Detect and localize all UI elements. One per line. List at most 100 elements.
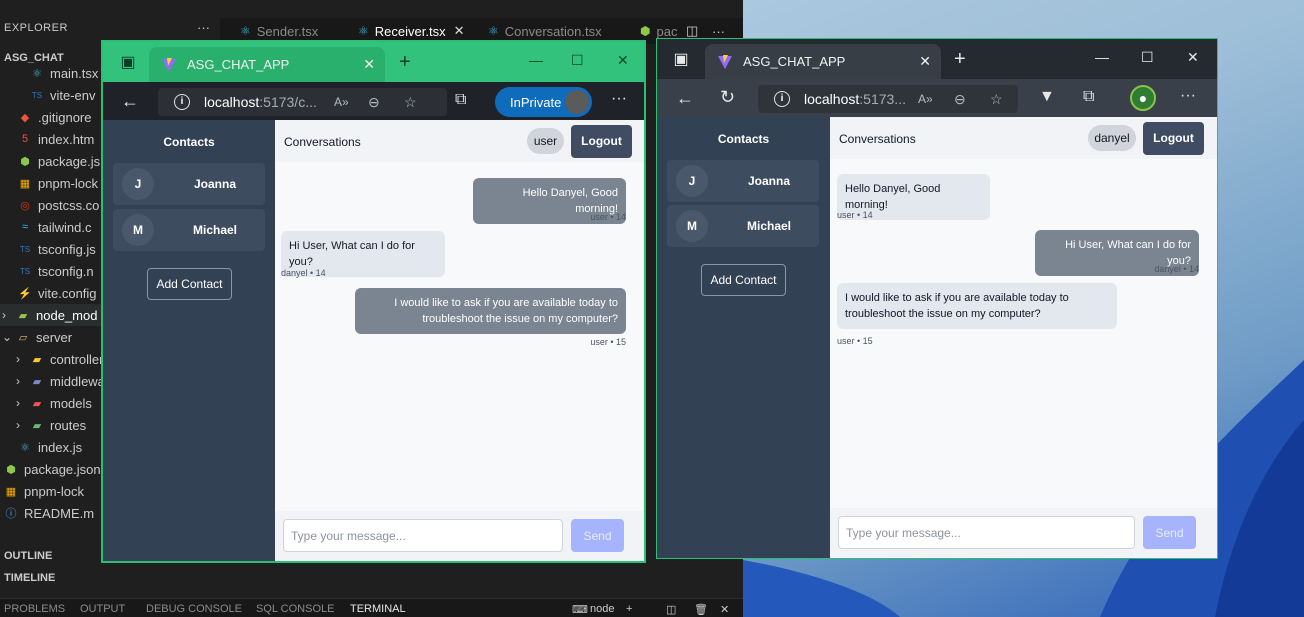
explorer-item[interactable]: ⚡ vite.config: [0, 282, 105, 304]
split-terminal-icon[interactable]: ◫: [666, 603, 676, 616]
terminal-name[interactable]: node: [590, 603, 614, 615]
outline-section[interactable]: OUTLINE: [4, 550, 52, 562]
browser-tab[interactable]: ASG_CHAT_APP ✕: [149, 47, 385, 82]
message-input[interactable]: [283, 519, 563, 552]
explorer-item[interactable]: ⬢ package.js: [0, 150, 105, 172]
minimize-icon[interactable]: —: [529, 52, 543, 68]
close-icon[interactable]: ✕: [454, 23, 465, 39]
back-icon[interactable]: ←: [121, 91, 139, 112]
send-button[interactable]: Send: [1143, 516, 1196, 549]
explorer-item[interactable]: › ▰ controller: [0, 348, 105, 370]
logout-button[interactable]: Logout: [1143, 122, 1204, 155]
close-window-icon[interactable]: ✕: [617, 52, 629, 69]
explorer-item-label: tsconfig.n: [38, 263, 94, 279]
close-tab-icon[interactable]: ✕: [919, 53, 931, 70]
browser-titlebar: ▣ ASG_CHAT_APP ✕ + — ☐ ✕: [657, 39, 1217, 79]
explorer-item-label: node_mod: [36, 307, 98, 323]
folder-node-icon: ▰: [18, 309, 28, 322]
explorer-item[interactable]: ⬢ package.json: [0, 458, 105, 480]
refresh-icon[interactable]: ↻: [720, 87, 735, 108]
conversation-header: Conversations danyel Logout: [830, 117, 1217, 159]
tab-problems[interactable]: PROBLEMS: [4, 603, 65, 615]
conversations-title: Conversations: [839, 132, 916, 146]
favorites-add-icon[interactable]: ☆: [404, 94, 417, 111]
new-tab-icon[interactable]: +: [399, 52, 411, 72]
extensions-icon[interactable]: ⧉: [1083, 88, 1094, 106]
explorer-item[interactable]: ▦ pnpm-lock: [0, 172, 105, 194]
address-bar[interactable]: i localhost:5173/c... A» ⊖ ☆: [158, 88, 447, 116]
add-contact-button[interactable]: Add Contact: [147, 268, 232, 300]
send-button[interactable]: Send: [571, 519, 624, 552]
tab-terminal[interactable]: TERMINAL: [350, 603, 406, 615]
explorer-item[interactable]: ⌄ ▱ server: [0, 326, 105, 348]
conversations-title: Conversations: [284, 135, 361, 149]
new-terminal-icon[interactable]: +: [626, 603, 632, 615]
contact-michael[interactable]: M Michael: [667, 205, 819, 247]
more-actions-icon[interactable]: ···: [197, 20, 210, 35]
explorer-item[interactable]: ⚛ main.tsx: [0, 62, 105, 84]
profile-avatar[interactable]: ●: [1130, 85, 1156, 111]
add-contact-button[interactable]: Add Contact: [701, 264, 786, 296]
explorer-item[interactable]: ⓘ README.m: [0, 502, 105, 524]
close-panel-icon[interactable]: ✕: [720, 603, 729, 616]
chevron-icon[interactable]: ›: [16, 374, 28, 388]
zoom-out-icon[interactable]: ⊖: [954, 91, 966, 108]
minimize-icon[interactable]: —: [1095, 49, 1109, 65]
explorer-item[interactable]: ≈ tailwind.c: [0, 216, 105, 238]
settings-more-icon[interactable]: ···: [611, 90, 627, 108]
tab-actions-icon[interactable]: ▣: [672, 51, 690, 69]
explorer-item-label: .gitignore: [38, 109, 92, 125]
message-input[interactable]: [838, 516, 1135, 549]
explorer-item[interactable]: TS tsconfig.n: [0, 260, 105, 282]
tab-sql-console[interactable]: SQL CONSOLE: [256, 603, 334, 615]
explorer-item[interactable]: › ▰ middlewa: [0, 370, 105, 392]
logout-button[interactable]: Logout: [571, 125, 632, 158]
read-aloud-icon[interactable]: A»: [334, 95, 349, 109]
close-window-icon[interactable]: ✕: [1187, 49, 1199, 66]
chevron-icon[interactable]: ›: [16, 396, 28, 410]
explorer-item-label: package.json: [24, 461, 101, 477]
favorites-add-icon[interactable]: ☆: [990, 91, 1003, 108]
maximize-icon[interactable]: ☐: [571, 52, 584, 69]
site-info-icon[interactable]: i: [774, 91, 790, 107]
explorer-item-label: vite.config: [38, 285, 97, 301]
tab-output[interactable]: OUTPUT: [80, 603, 125, 615]
browser-tab[interactable]: ASG_CHAT_APP ✕: [705, 44, 941, 79]
back-icon[interactable]: ←: [676, 88, 694, 109]
explorer-item[interactable]: › ▰ node_mod: [0, 304, 105, 326]
explorer-item[interactable]: ⚛ index.js: [0, 436, 105, 458]
chevron-icon[interactable]: ›: [2, 308, 14, 322]
explorer-item[interactable]: ◆ .gitignore: [0, 106, 105, 128]
panel-tabs: PROBLEMS OUTPUT DEBUG CONSOLE SQL CONSOL…: [0, 598, 743, 617]
message-meta: danyel • 14: [1154, 264, 1199, 274]
explorer-item[interactable]: 5 index.htm: [0, 128, 105, 150]
read-aloud-icon[interactable]: A»: [918, 92, 933, 106]
extensions-icon[interactable]: ⧉: [455, 91, 466, 109]
chevron-icon[interactable]: ⌄: [2, 330, 14, 344]
zoom-out-icon[interactable]: ⊖: [368, 94, 380, 111]
timeline-section[interactable]: TIMELINE: [4, 572, 55, 584]
site-info-icon[interactable]: i: [174, 94, 190, 110]
tab-actions-icon[interactable]: ▣: [119, 54, 137, 72]
explorer-item[interactable]: › ▰ models: [0, 392, 105, 414]
inprivate-badge[interactable]: InPrivate: [495, 87, 592, 117]
explorer-item-label: README.m: [24, 505, 95, 521]
new-tab-icon[interactable]: +: [954, 49, 966, 69]
vue-devtools-icon[interactable]: ▼: [1039, 88, 1055, 106]
explorer-item[interactable]: ◎ postcss.co: [0, 194, 105, 216]
contact-joanna[interactable]: J Joanna: [113, 163, 265, 205]
explorer-item[interactable]: › ▰ routes: [0, 414, 105, 436]
maximize-icon[interactable]: ☐: [1141, 49, 1154, 66]
chevron-icon[interactable]: ›: [16, 352, 28, 366]
tab-debug-console[interactable]: DEBUG CONSOLE: [146, 603, 242, 615]
contact-michael[interactable]: M Michael: [113, 209, 265, 251]
settings-more-icon[interactable]: ···: [1180, 87, 1196, 105]
close-tab-icon[interactable]: ✕: [363, 56, 375, 73]
explorer-item[interactable]: TS tsconfig.js: [0, 238, 105, 260]
explorer-item[interactable]: TS vite-env: [0, 84, 105, 106]
chevron-icon[interactable]: ›: [16, 418, 28, 432]
address-bar[interactable]: i localhost:5173... A» ⊖ ☆: [758, 85, 1018, 113]
trash-icon[interactable]: 🗑: [694, 603, 708, 616]
contact-joanna[interactable]: J Joanna: [667, 160, 819, 202]
explorer-item[interactable]: ▦ pnpm-lock: [0, 480, 105, 502]
